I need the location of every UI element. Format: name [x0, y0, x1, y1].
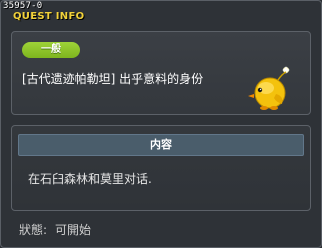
yellow-creature-icon	[248, 66, 290, 110]
quest-name: [古代遗迹帕勒坦] 出乎意料的身份	[22, 72, 204, 86]
quest-id-label: 35957-0	[3, 1, 43, 11]
quest-info-window: 35957-0 QUEST INFO 一般 [古代遗迹帕勒坦] 出乎意料的身份	[0, 0, 322, 248]
quest-category-badge: 一般	[22, 42, 80, 58]
status-value: 可開始	[55, 223, 92, 237]
quest-summary-panel: 一般 [古代遗迹帕勒坦] 出乎意料的身份	[11, 31, 311, 115]
window-title: QUEST INFO	[13, 11, 85, 22]
quest-status: 狀態: 可開始	[19, 221, 91, 238]
content-text: 在石臼森林和莫里对话.	[28, 172, 152, 186]
quest-content-panel: 内容 在石臼森林和莫里对话.	[11, 125, 311, 211]
content-header: 内容	[18, 134, 304, 156]
status-label: 狀態:	[19, 223, 48, 237]
